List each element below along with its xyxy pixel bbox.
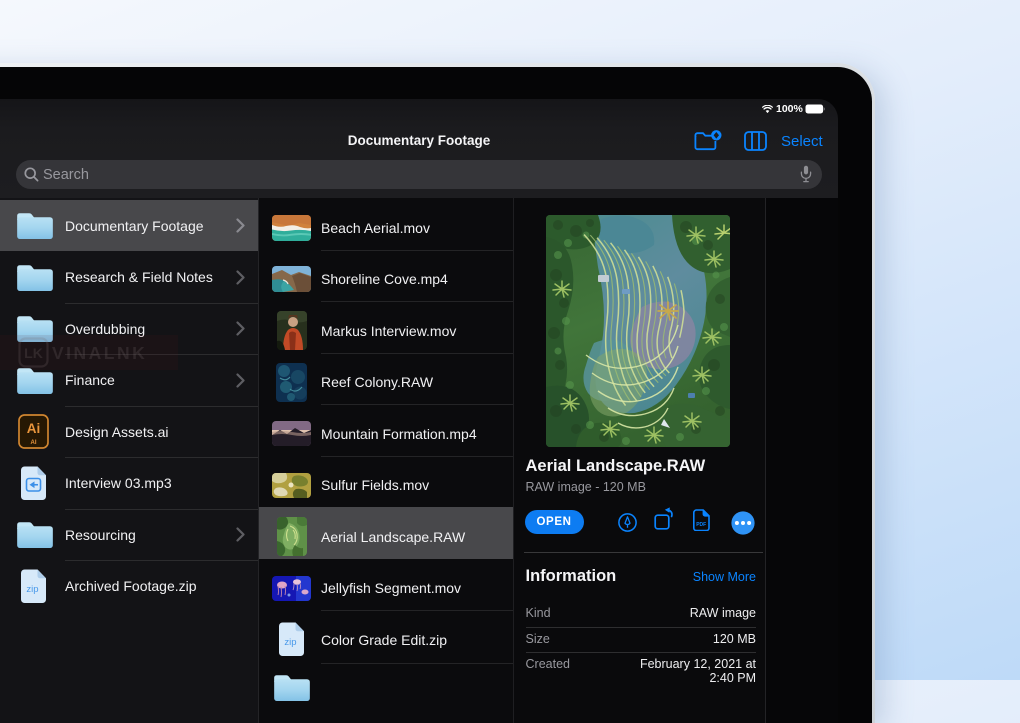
svg-text:LK: LK <box>24 345 43 361</box>
svg-text:zip: zip <box>26 584 38 595</box>
svg-text:zip: zip <box>284 637 296 648</box>
svg-text:AI: AI <box>31 440 37 446</box>
svg-text:Ai: Ai <box>27 421 41 436</box>
svg-text:PDF: PDF <box>696 522 706 528</box>
